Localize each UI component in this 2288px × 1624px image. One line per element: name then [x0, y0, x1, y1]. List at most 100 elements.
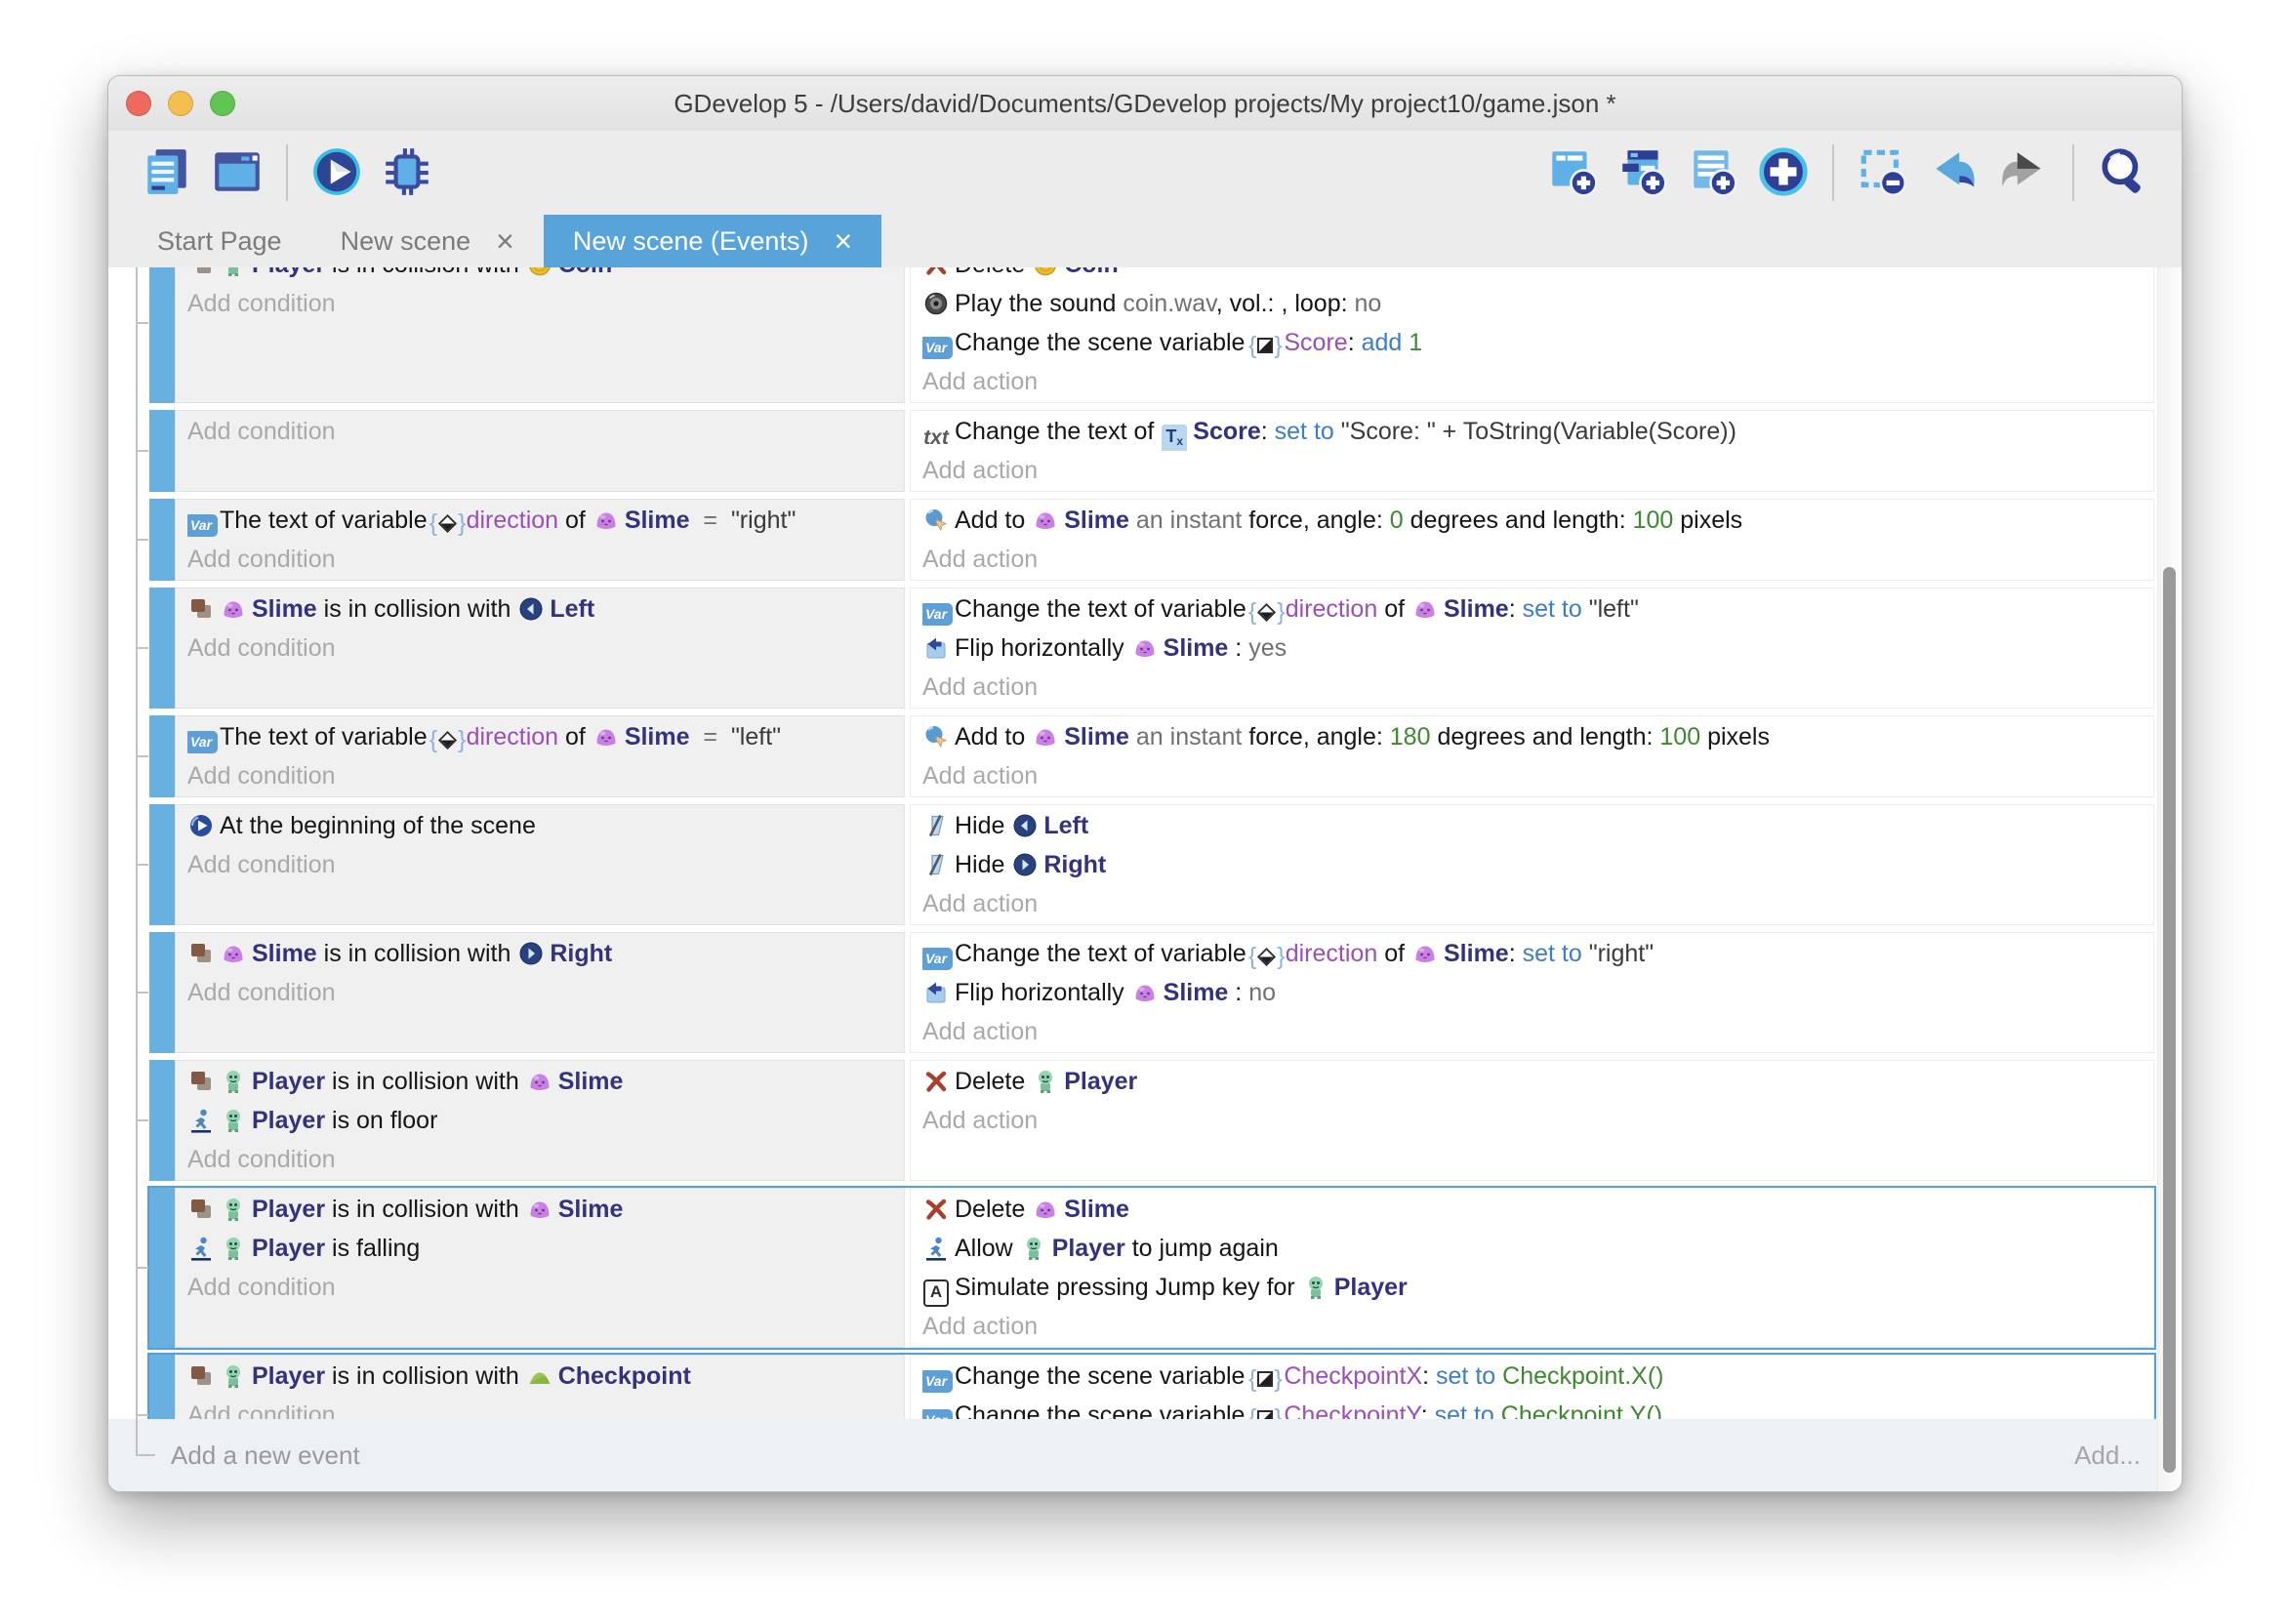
action-line[interactable]: Play the sound coin.wav, vol.: , loop: n… [922, 284, 2144, 323]
conditions-cell[interactable]: Player is in collision with SlimePlayer … [175, 1060, 905, 1181]
event-drag-bar[interactable] [149, 1060, 175, 1181]
action-line[interactable]: Hide Right [922, 845, 2144, 884]
event-drag-bar[interactable] [149, 804, 175, 925]
conditions-cell[interactable]: Player is in collision with CoinAdd cond… [175, 267, 905, 403]
event-drag-bar[interactable] [149, 499, 175, 581]
event-body[interactable]: Player is in collision with SlimePlayer … [147, 1186, 2156, 1350]
event-body[interactable]: At the beginning of the sceneAdd conditi… [147, 802, 2156, 927]
actions-cell[interactable]: Delete CoinPlay the sound coin.wav, vol.… [910, 267, 2154, 403]
add-condition-button[interactable]: Add condition [187, 1140, 894, 1179]
add-action-button[interactable]: Add action [922, 362, 2144, 401]
add-more-button[interactable]: Add... [2074, 1441, 2141, 1471]
add-condition-button[interactable]: Add condition [187, 629, 894, 668]
project-manager-button[interactable] [139, 142, 195, 203]
add-condition-button[interactable]: Add condition [187, 412, 894, 451]
actions-cell[interactable]: txtChange the text of TxScore: set to "S… [910, 410, 2154, 492]
search-button[interactable] [2095, 142, 2151, 203]
minimize-window-button[interactable] [168, 91, 193, 116]
action-line[interactable]: Add to Slime an instant force, angle: 0 … [922, 501, 2144, 540]
event-drag-bar[interactable] [149, 267, 175, 403]
add-condition-button[interactable]: Add condition [187, 1396, 894, 1419]
condition-line[interactable]: VarThe text of variable {}direction of S… [187, 717, 894, 756]
conditions-cell[interactable]: Player is in collision with CheckpointAd… [175, 1355, 905, 1419]
add-event-button[interactable] [1544, 142, 1601, 203]
conditions-cell[interactable]: Player is in collision with SlimePlayer … [175, 1188, 905, 1348]
actions-cell[interactable]: Add to Slime an instant force, angle: 18… [910, 715, 2154, 797]
add-subevent-button[interactable] [1614, 142, 1671, 203]
event-body[interactable]: Player is in collision with SlimePlayer … [147, 1058, 2156, 1183]
undo-button[interactable] [1925, 142, 1982, 203]
actions-cell[interactable]: VarChange the text of variable {}directi… [910, 588, 2154, 709]
zoom-window-button[interactable] [210, 91, 235, 116]
scene-editor-button[interactable] [209, 142, 266, 203]
add-action-button[interactable]: Add action [922, 1307, 2144, 1346]
event-body[interactable]: Add condition txtChange the text of TxSco… [147, 408, 2156, 494]
action-line[interactable]: Hide Left [922, 806, 2144, 845]
conditions-cell[interactable]: VarThe text of variable {}direction of S… [175, 715, 905, 797]
event-body[interactable]: Player is in collision with CoinAdd cond… [147, 267, 2156, 405]
action-line[interactable]: ASimulate pressing Jump key for Player [922, 1268, 2144, 1307]
action-line[interactable]: Flip horizontally Slime : no [922, 973, 2144, 1012]
event-body[interactable]: Slime is in collision with RightAdd cond… [147, 930, 2156, 1055]
condition-line[interactable]: At the beginning of the scene [187, 806, 894, 845]
action-line[interactable]: VarChange the scene variable {}Score: ad… [922, 323, 2144, 362]
event-drag-bar[interactable] [149, 1188, 175, 1348]
action-line[interactable]: VarChange the text of variable {}directi… [922, 934, 2144, 973]
tab-close-button[interactable]: × [834, 225, 852, 257]
condition-line[interactable]: Player is on floor [187, 1101, 894, 1140]
event-drag-bar[interactable] [149, 932, 175, 1053]
play-button[interactable] [308, 142, 365, 203]
condition-line[interactable]: Slime is in collision with Left [187, 589, 894, 629]
actions-cell[interactable]: VarChange the scene variable {}Checkpoin… [910, 1355, 2154, 1419]
condition-line[interactable]: Player is in collision with Slime [187, 1062, 894, 1101]
condition-line[interactable]: Player is in collision with Slime [187, 1190, 894, 1229]
add-condition-button[interactable]: Add condition [187, 1268, 894, 1307]
event-body[interactable]: Player is in collision with CheckpointAd… [147, 1353, 2156, 1419]
add-action-button[interactable]: Add action [922, 756, 2144, 795]
action-line[interactable]: VarChange the scene variable {}Checkpoin… [922, 1357, 2144, 1396]
add-action-button[interactable]: Add action [922, 1101, 2144, 1140]
add-action-button[interactable]: Add action [922, 1012, 2144, 1051]
events-scrollbar-thumb[interactable] [2163, 567, 2176, 1473]
conditions-cell[interactable]: Slime is in collision with LeftAdd condi… [175, 588, 905, 709]
action-line[interactable]: VarChange the scene variable {}Checkpoin… [922, 1396, 2144, 1419]
event-drag-bar[interactable] [149, 715, 175, 797]
action-line[interactable]: Allow Player to jump again [922, 1229, 2144, 1268]
add-condition-button[interactable]: Add condition [187, 756, 894, 795]
add-condition-button[interactable]: Add condition [187, 284, 894, 323]
add-condition-button[interactable]: Add condition [187, 845, 894, 884]
tab-new-scene[interactable]: New scene× [311, 215, 544, 267]
event-body[interactable]: VarThe text of variable {}direction of S… [147, 497, 2156, 583]
action-line[interactable]: Flip horizontally Slime : yes [922, 629, 2144, 668]
add-action-button[interactable]: Add action [922, 451, 2144, 490]
redo-button[interactable] [1995, 142, 2052, 203]
condition-line[interactable]: Player is in collision with Coin [187, 267, 894, 284]
actions-cell[interactable]: Delete SlimeAllow Player to jump againAS… [910, 1188, 2154, 1348]
conditions-cell[interactable]: At the beginning of the sceneAdd conditi… [175, 804, 905, 925]
delete-event-button[interactable] [1855, 142, 1911, 203]
conditions-cell[interactable]: VarThe text of variable {}direction of S… [175, 499, 905, 581]
event-body[interactable]: Slime is in collision with LeftAdd condi… [147, 586, 2156, 710]
actions-cell[interactable]: Hide LeftHide RightAdd action [910, 804, 2154, 925]
action-line[interactable]: Delete Slime [922, 1190, 2144, 1229]
close-window-button[interactable] [126, 91, 151, 116]
condition-line[interactable]: Player is in collision with Checkpoint [187, 1357, 894, 1396]
action-line[interactable]: txtChange the text of TxScore: set to "S… [922, 412, 2144, 451]
add-new-event-button[interactable]: Add a new event [171, 1441, 360, 1471]
tab-start-page[interactable]: Start Page [128, 215, 311, 267]
event-drag-bar[interactable] [149, 588, 175, 709]
action-line[interactable]: VarChange the text of variable {}directi… [922, 589, 2144, 629]
add-condition-button[interactable]: Add condition [187, 973, 894, 1012]
add-circle-button[interactable] [1755, 142, 1812, 203]
condition-line[interactable]: Player is falling [187, 1229, 894, 1268]
action-line[interactable]: Add to Slime an instant force, angle: 18… [922, 717, 2144, 756]
add-comment-button[interactable] [1685, 142, 1741, 203]
add-condition-button[interactable]: Add condition [187, 540, 894, 579]
tab-close-button[interactable]: × [496, 225, 514, 257]
action-line[interactable]: Delete Coin [922, 267, 2144, 284]
actions-cell[interactable]: Delete PlayerAdd action [910, 1060, 2154, 1181]
conditions-cell[interactable]: Slime is in collision with RightAdd cond… [175, 932, 905, 1053]
event-drag-bar[interactable] [149, 410, 175, 492]
condition-line[interactable]: VarThe text of variable {}direction of S… [187, 501, 894, 540]
add-action-button[interactable]: Add action [922, 668, 2144, 707]
